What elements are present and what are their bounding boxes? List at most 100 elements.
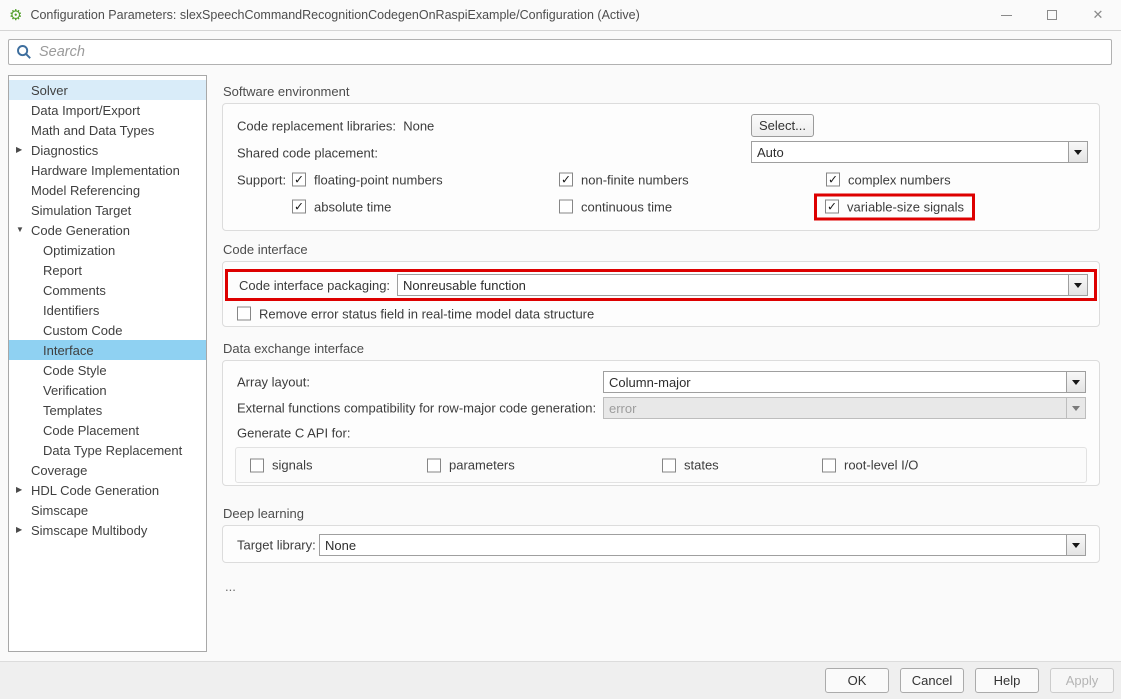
settings-category-tree: Solver Data Import/Export Math and Data … <box>8 75 207 652</box>
sidebar-item-coverage[interactable]: Coverage <box>9 460 206 480</box>
dropdown-value: None <box>320 535 1066 555</box>
checkbox-box[interactable] <box>237 307 251 321</box>
checkbox-label: signals <box>272 458 312 473</box>
complex-numbers-checkbox[interactable]: ✓ complex numbers <box>826 172 951 187</box>
sidebar-item-solver[interactable]: Solver <box>9 80 206 100</box>
sidebar-item-label: Identifiers <box>43 303 99 318</box>
chevron-down-icon[interactable] <box>1068 142 1087 162</box>
sidebar-item-hdl-code-generation[interactable]: ▶HDL Code Generation <box>9 480 206 500</box>
checkbox-box[interactable] <box>559 200 573 214</box>
select-button[interactable]: Select... <box>751 114 814 137</box>
target-library-dropdown[interactable]: None <box>319 534 1086 556</box>
sidebar-item-verification[interactable]: Verification <box>9 380 206 400</box>
maximize-icon <box>1047 10 1057 20</box>
sidebar-item-optimization[interactable]: Optimization <box>9 240 206 260</box>
chevron-down-icon <box>1066 398 1085 418</box>
capi-parameters-checkbox[interactable]: parameters <box>427 458 515 473</box>
apply-button[interactable]: Apply <box>1050 668 1114 693</box>
checkbox-box[interactable]: ✓ <box>292 173 306 187</box>
array-layout-label: Array layout: <box>237 375 310 390</box>
shared-code-placement-dropdown[interactable]: Auto <box>751 141 1088 163</box>
sidebar-item-data-type-replacement[interactable]: Data Type Replacement <box>9 440 206 460</box>
chevron-down-icon[interactable] <box>1068 275 1087 295</box>
support-row-1: Support: ✓ floating-point numbers ✓ non-… <box>223 166 1099 193</box>
code-replacement-label: Code replacement libraries: <box>237 118 396 133</box>
generate-capi-label-row: Generate C API for: <box>223 421 1099 445</box>
code-interface-packaging-dropdown[interactable]: Nonreusable function <box>397 274 1088 296</box>
sidebar-item-label: Data Type Replacement <box>43 443 182 458</box>
checkbox-box[interactable] <box>662 458 676 472</box>
sidebar-item-code-style[interactable]: Code Style <box>9 360 206 380</box>
checkbox-box[interactable] <box>250 458 264 472</box>
sidebar-item-templates[interactable]: Templates <box>9 400 206 420</box>
checkbox-label: complex numbers <box>848 172 951 187</box>
sidebar-item-report[interactable]: Report <box>9 260 206 280</box>
capi-signals-checkbox[interactable]: signals <box>250 458 312 473</box>
help-button[interactable]: Help <box>975 668 1039 693</box>
minimize-icon <box>1001 15 1012 16</box>
ok-button[interactable]: OK <box>825 668 889 693</box>
capi-states-checkbox[interactable]: states <box>662 458 719 473</box>
variable-size-signals-annotation: ✓ variable-size signals <box>814 193 975 220</box>
select-button-label: Select... <box>759 118 806 133</box>
sidebar-item-label: Code Placement <box>43 423 139 438</box>
sidebar-item-simscape-multibody[interactable]: ▶Simscape Multibody <box>9 520 206 540</box>
remove-error-status-checkbox[interactable]: Remove error status field in real-time m… <box>237 306 594 321</box>
chevron-right-icon[interactable]: ▶ <box>9 486 31 494</box>
chevron-down-icon[interactable] <box>1066 535 1085 555</box>
checkbox-box[interactable]: ✓ <box>826 173 840 187</box>
sidebar-item-comments[interactable]: Comments <box>9 280 206 300</box>
dialog-footer: OK Cancel Help Apply <box>0 661 1121 699</box>
checkbox-box[interactable]: ✓ <box>559 173 573 187</box>
absolute-time-checkbox[interactable]: ✓ absolute time <box>292 199 391 214</box>
checkbox-box[interactable] <box>822 458 836 472</box>
sidebar-item-hardware-implementation[interactable]: Hardware Implementation <box>9 160 206 180</box>
sidebar-item-code-placement[interactable]: Code Placement <box>9 420 206 440</box>
section-deep-learning: Target library: None <box>222 525 1100 563</box>
checkbox-label: variable-size signals <box>847 199 964 214</box>
sidebar-item-label: Simulation Target <box>31 203 131 218</box>
search-input[interactable]: Search <box>8 39 1112 65</box>
checkbox-label: absolute time <box>314 199 391 214</box>
sidebar-item-custom-code[interactable]: Custom Code <box>9 320 206 340</box>
sidebar-item-label: Report <box>43 263 82 278</box>
chevron-right-icon[interactable]: ▶ <box>9 146 31 154</box>
dropdown-value: Auto <box>752 142 1068 162</box>
sidebar-item-diagnostics[interactable]: ▶Diagnostics <box>9 140 206 160</box>
sidebar-item-data-import-export[interactable]: Data Import/Export <box>9 100 206 120</box>
dropdown-value: error <box>604 398 1066 418</box>
sidebar-item-math-and-data-types[interactable]: Math and Data Types <box>9 120 206 140</box>
chevron-down-icon[interactable] <box>1066 372 1085 392</box>
maximize-button[interactable] <box>1029 0 1075 30</box>
row-major-compatibility-dropdown: error <box>603 397 1086 419</box>
checkbox-box[interactable]: ✓ <box>292 200 306 214</box>
dropdown-value: Column-major <box>604 372 1066 392</box>
sidebar-item-label: Code Generation <box>31 223 130 238</box>
generate-capi-label: Generate C API for: <box>237 426 350 441</box>
sidebar-item-interface[interactable]: Interface <box>9 340 206 360</box>
minimize-button[interactable] <box>983 0 1029 30</box>
capi-root-level-io-checkbox[interactable]: root-level I/O <box>822 458 918 473</box>
sidebar-item-simulation-target[interactable]: Simulation Target <box>9 200 206 220</box>
checkbox-label: states <box>684 458 719 473</box>
variable-size-signals-checkbox[interactable]: ✓ <box>825 200 839 214</box>
sidebar-item-model-referencing[interactable]: Model Referencing <box>9 180 206 200</box>
section-code-interface: Code interface packaging: Nonreusable fu… <box>222 261 1100 327</box>
sidebar-item-label: Diagnostics <box>31 143 98 158</box>
section-title-code-interface: Code interface <box>223 242 1100 257</box>
array-layout-dropdown[interactable]: Column-major <box>603 371 1086 393</box>
cancel-button-label: Cancel <box>912 673 952 688</box>
sidebar-item-identifiers[interactable]: Identifiers <box>9 300 206 320</box>
close-button[interactable]: ✕ <box>1075 0 1121 30</box>
checkbox-box[interactable] <box>427 458 441 472</box>
sidebar-item-label: Model Referencing <box>31 183 140 198</box>
cancel-button[interactable]: Cancel <box>900 668 964 693</box>
floating-point-numbers-checkbox[interactable]: ✓ floating-point numbers <box>292 172 443 187</box>
continuous-time-checkbox[interactable]: continuous time <box>559 199 672 214</box>
non-finite-numbers-checkbox[interactable]: ✓ non-finite numbers <box>559 172 689 187</box>
sidebar-item-simscape[interactable]: Simscape <box>9 500 206 520</box>
chevron-right-icon[interactable]: ▶ <box>9 526 31 534</box>
sidebar-item-code-generation[interactable]: ▼Code Generation <box>9 220 206 240</box>
chevron-down-icon[interactable]: ▼ <box>9 226 31 234</box>
section-title-deep-learning: Deep learning <box>223 506 1100 521</box>
